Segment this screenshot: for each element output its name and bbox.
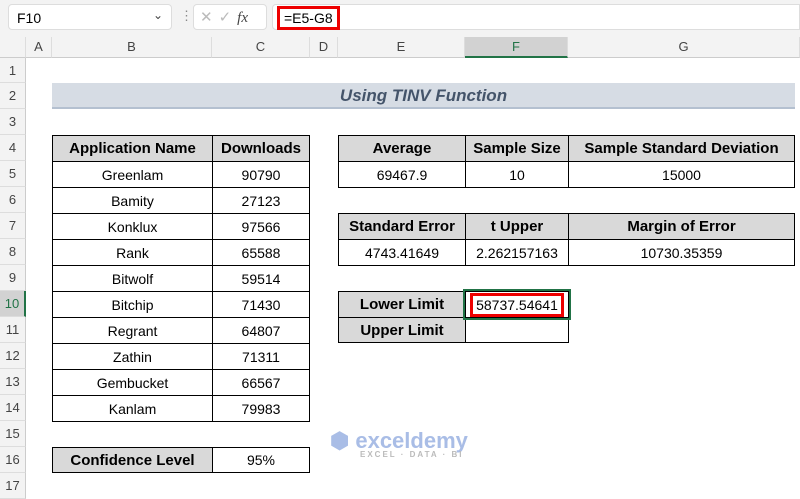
- downloads-cell[interactable]: 79983: [212, 395, 310, 422]
- app-name-cell[interactable]: Rank: [52, 239, 213, 266]
- downloads-cell[interactable]: 64807: [212, 317, 310, 344]
- sheet-title: Using TINV Function: [52, 83, 795, 109]
- col-header-e[interactable]: E: [338, 37, 465, 58]
- more-icon[interactable]: ⋮: [180, 8, 193, 24]
- row-header-10[interactable]: 10: [0, 291, 26, 317]
- app-name-cell[interactable]: Bamity: [52, 187, 213, 214]
- downloads-cell[interactable]: 65588: [212, 239, 310, 266]
- standard-error-value[interactable]: 4743.41649: [338, 239, 466, 266]
- average-value[interactable]: 69467.9: [338, 161, 466, 188]
- row-header-13[interactable]: 13: [0, 369, 26, 395]
- row-header-11[interactable]: 11: [0, 317, 26, 343]
- app-name-cell[interactable]: Greenlam: [52, 161, 213, 188]
- row-header-1[interactable]: 1: [0, 58, 26, 83]
- downloads-cell[interactable]: 66567: [212, 369, 310, 396]
- name-box[interactable]: F10 ⌄: [8, 4, 172, 30]
- row-header-12[interactable]: 12: [0, 343, 26, 369]
- header-downloads[interactable]: Downloads: [212, 135, 310, 162]
- confidence-level-value[interactable]: 95%: [212, 447, 310, 473]
- row-header-4[interactable]: 4: [0, 135, 26, 161]
- watermark-tagline: EXCEL · DATA · BI: [360, 450, 464, 459]
- downloads-cell[interactable]: 27123: [212, 187, 310, 214]
- col-header-c[interactable]: C: [212, 37, 310, 58]
- header-average[interactable]: Average: [338, 135, 466, 162]
- row-header-7[interactable]: 7: [0, 213, 26, 239]
- header-margin-of-error[interactable]: Margin of Error: [568, 213, 795, 240]
- header-t-upper[interactable]: t Upper: [465, 213, 569, 240]
- downloads-cell[interactable]: 90790: [212, 161, 310, 188]
- row-header-9[interactable]: 9: [0, 265, 26, 291]
- row-header-14[interactable]: 14: [0, 395, 26, 421]
- app-name-cell[interactable]: Gembucket: [52, 369, 213, 396]
- upper-limit-value[interactable]: [465, 317, 569, 343]
- downloads-cell[interactable]: 71311: [212, 343, 310, 370]
- formula-text: =E5-G8: [277, 6, 340, 30]
- row-header-6[interactable]: 6: [0, 187, 26, 213]
- name-box-value: F10: [17, 10, 42, 26]
- row-header-15[interactable]: 15: [0, 421, 26, 447]
- select-all[interactable]: [0, 37, 26, 58]
- cancel-icon[interactable]: ✕: [200, 9, 219, 26]
- col-header-b[interactable]: B: [52, 37, 212, 58]
- downloads-cell[interactable]: 59514: [212, 265, 310, 292]
- confidence-level-label[interactable]: Confidence Level: [52, 447, 213, 473]
- sample-std-dev-value[interactable]: 15000: [568, 161, 795, 188]
- lower-limit-value-cell[interactable]: 58737.54641: [463, 289, 571, 320]
- row-header-8[interactable]: 8: [0, 239, 26, 265]
- row-header-16[interactable]: 16: [0, 447, 26, 473]
- row-header-5[interactable]: 5: [0, 161, 26, 187]
- app-name-cell[interactable]: Bitwolf: [52, 265, 213, 292]
- downloads-cell[interactable]: 97566: [212, 213, 310, 240]
- app-name-cell[interactable]: Regrant: [52, 317, 213, 344]
- lower-limit-value: 58737.54641: [470, 292, 564, 317]
- col-header-g[interactable]: G: [568, 37, 800, 58]
- sample-size-value[interactable]: 10: [465, 161, 569, 188]
- exceldemy-watermark: ⬢ exceldemy EXCEL · DATA · BI: [330, 428, 468, 459]
- enter-icon[interactable]: ✓: [219, 9, 238, 26]
- row-header-17[interactable]: 17: [0, 473, 26, 499]
- watermark-logo-icon: ⬢: [330, 428, 350, 453]
- app-name-cell[interactable]: Kanlam: [52, 395, 213, 422]
- t-upper-value[interactable]: 2.262157163: [465, 239, 569, 266]
- chevron-down-icon[interactable]: ⌄: [153, 8, 163, 22]
- upper-limit-label[interactable]: Upper Limit: [338, 317, 466, 343]
- downloads-cell[interactable]: 71430: [212, 291, 310, 318]
- app-name-cell[interactable]: Bitchip: [52, 291, 213, 318]
- header-sample-size[interactable]: Sample Size: [465, 135, 569, 162]
- row-header-3[interactable]: 3: [0, 109, 26, 135]
- header-application-name[interactable]: Application Name: [52, 135, 213, 162]
- app-name-cell[interactable]: Zathin: [52, 343, 213, 370]
- row-header-2[interactable]: 2: [0, 83, 26, 109]
- col-header-a[interactable]: A: [26, 37, 52, 58]
- lower-limit-label[interactable]: Lower Limit: [338, 291, 466, 318]
- formula-bar-area: F10 ⌄ ⋮ ✕✓fx =E5-G8: [0, 0, 800, 37]
- col-header-f[interactable]: F: [465, 37, 568, 58]
- header-standard-error[interactable]: Standard Error: [338, 213, 466, 240]
- app-name-cell[interactable]: Konklux: [52, 213, 213, 240]
- formula-input[interactable]: =E5-G8: [272, 4, 800, 30]
- fx-icon[interactable]: fx: [237, 10, 248, 26]
- col-header-d[interactable]: D: [310, 37, 338, 58]
- margin-of-error-value[interactable]: 10730.35359: [568, 239, 795, 266]
- formula-buttons: ✕✓fx: [193, 4, 267, 30]
- header-sample-std-dev[interactable]: Sample Standard Deviation: [568, 135, 795, 162]
